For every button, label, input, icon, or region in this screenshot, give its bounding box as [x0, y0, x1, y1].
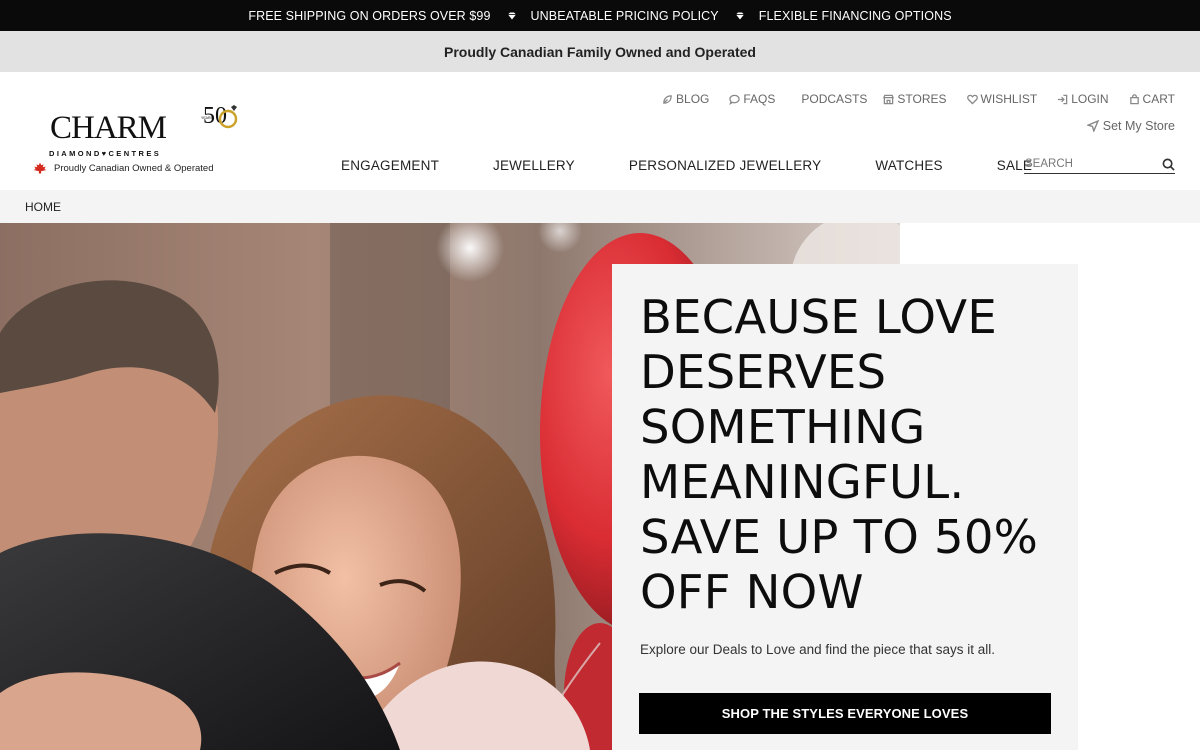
hero-promo-card: BECAUSE LOVE DESERVES SOMETHING MEANINGF… [612, 264, 1078, 750]
nav-jewellery[interactable]: JEWELLERY [493, 158, 575, 173]
shop-styles-button[interactable]: SHOP THE STYLES EVERYONE LOVES [639, 693, 1051, 734]
headline-line: BECAUSE LOVE [640, 290, 997, 344]
diamond-icon [735, 12, 745, 20]
headline-line: SOMETHING [640, 400, 926, 454]
wishlist-label: WISHLIST [980, 92, 1038, 106]
maple-leaf-icon [33, 162, 47, 174]
promo-pricing-policy[interactable]: UNBEATABLE PRICING POLICY [531, 9, 719, 23]
chat-bubble-icon [729, 94, 741, 105]
nav-engagement[interactable]: ENGAGEMENT [341, 158, 439, 173]
headline-line: SAVE UP TO 50% [640, 510, 1038, 564]
promo-bar: FREE SHIPPING ON ORDERS OVER $99 UNBEATA… [0, 0, 1200, 31]
logo-tagline-text: Proudly Canadian Owned & Operated [54, 162, 214, 174]
headline-line: MEANINGFUL. [640, 455, 965, 509]
set-store-label: Set My Store [1102, 119, 1175, 133]
cart-label: CART [1142, 92, 1175, 106]
logo-wordmark: CHARM [50, 110, 167, 146]
headline-line: OFF NOW [640, 565, 864, 619]
search-bar [1024, 155, 1175, 174]
login-label: LOGIN [1071, 92, 1109, 106]
logo-subline: DIAMOND♥CENTRES [49, 149, 162, 158]
nav-personalized-jewellery[interactable]: PERSONALIZED JEWELLERY [629, 158, 821, 173]
stores-label: STORES [897, 92, 947, 106]
canada-banner-text: Proudly Canadian Family Owned and Operat… [444, 43, 756, 60]
site-header: CHARM DIAMOND♥CENTRES 50 YEARS Proudly C… [0, 72, 1200, 190]
podcasts-link[interactable]: PODCASTS [801, 92, 867, 106]
login-link[interactable]: LOGIN [1057, 92, 1109, 106]
stores-link[interactable]: STORES [883, 92, 947, 106]
logo-tagline: Proudly Canadian Owned & Operated [30, 162, 214, 174]
search-input[interactable] [1024, 158, 1144, 170]
wishlist-link[interactable]: WISHLIST [966, 92, 1038, 106]
podcasts-label: PODCASTS [801, 92, 868, 106]
bag-icon [1129, 93, 1139, 104]
headline-line: DESERVES [640, 345, 887, 399]
canada-banner: Proudly Canadian Family Owned and Operat… [0, 31, 1200, 72]
set-my-store-link[interactable]: Set My Store [1086, 119, 1175, 133]
nav-watches[interactable]: WATCHES [875, 158, 942, 173]
cart-link[interactable]: CART [1129, 92, 1175, 106]
faqs-link[interactable]: FAQS [729, 92, 775, 106]
blog-link[interactable]: BLOG [662, 92, 709, 106]
search-icon[interactable] [1162, 158, 1175, 171]
breadcrumb-home[interactable]: HOME [25, 200, 61, 214]
badge-years: YEARS [201, 116, 214, 120]
charm-logo[interactable]: CHARM DIAMOND♥CENTRES 50 YEARS Proudly C… [30, 96, 245, 180]
fifty-years-badge-icon: 50 YEARS [201, 103, 238, 129]
utility-nav: BLOG FAQS PODCASTS STORES WISHLIST LOGIN… [662, 92, 1175, 106]
promo-financing[interactable]: FLEXIBLE FINANCING OPTIONS [759, 9, 952, 23]
promo-free-shipping[interactable]: FREE SHIPPING ON ORDERS OVER $99 [248, 9, 490, 23]
blog-icon [663, 94, 672, 104]
login-icon [1058, 94, 1068, 104]
hero-headline: BECAUSE LOVE DESERVES SOMETHING MEANINGF… [640, 290, 1060, 620]
faqs-label: FAQS [743, 92, 776, 106]
hero-banner: BECAUSE LOVE DESERVES SOMETHING MEANINGF… [0, 223, 1200, 750]
hero-subtext: Explore our Deals to Love and find the p… [640, 642, 995, 657]
heart-icon [966, 94, 978, 105]
store-icon [883, 94, 895, 104]
location-arrow-icon [1086, 120, 1099, 132]
diamond-icon [507, 12, 517, 20]
blog-label: BLOG [676, 92, 710, 106]
breadcrumb: HOME [0, 190, 1200, 223]
main-nav: ENGAGEMENT JEWELLERY PERSONALIZED JEWELL… [341, 158, 1032, 173]
